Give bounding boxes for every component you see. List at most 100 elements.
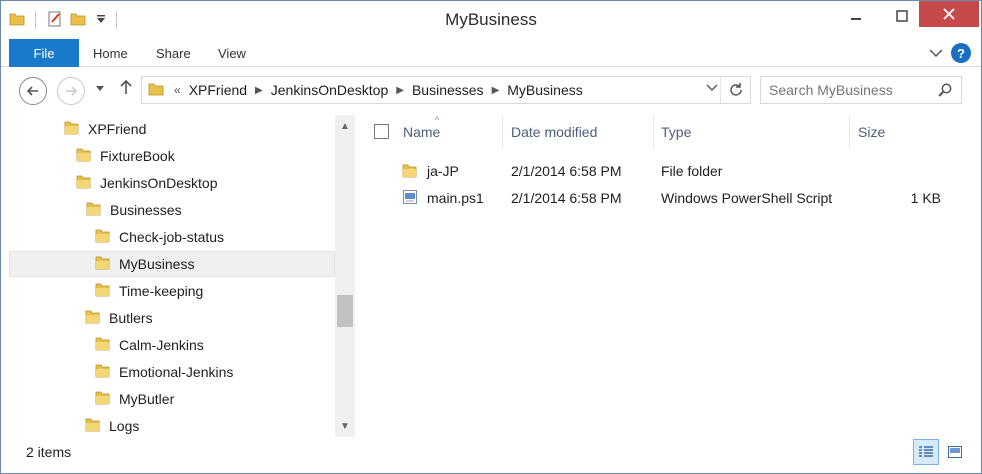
forward-arrow-icon <box>66 86 78 96</box>
tree-item-emotional-jenkins[interactable]: Emotional-Jenkins <box>95 359 233 385</box>
file-row[interactable]: ja-JP 2/1/2014 6:58 PM File folder <box>359 158 981 184</box>
status-bar: 2 items <box>1 437 981 473</box>
file-date: 2/1/2014 6:58 PM <box>511 190 622 206</box>
item-count: 2 items <box>26 444 72 460</box>
breadcrumb-xpfriend[interactable]: XPFriend <box>185 82 251 98</box>
folder-icon <box>402 163 418 182</box>
file-type: Windows PowerShell Script <box>661 190 833 206</box>
folder-icon <box>86 201 102 220</box>
breadcrumb-separator-icon[interactable]: ▶ <box>392 85 408 96</box>
ribbon-right-controls: ? <box>929 43 971 63</box>
refresh-icon <box>729 83 742 96</box>
details-view-button[interactable] <box>913 439 939 465</box>
tab-view[interactable]: View <box>218 39 246 67</box>
up-arrow-icon <box>120 79 132 94</box>
tree-item-label: FixtureBook <box>100 148 175 164</box>
tree-item-label: Logs <box>109 418 140 434</box>
file-name: main.ps1 <box>427 190 484 206</box>
maximize-button[interactable] <box>887 1 917 30</box>
tree-item-xpfriend[interactable]: XPFriend <box>64 116 146 142</box>
explorer-window: MyBusiness File Home Share View ? « XPFr… <box>0 0 982 474</box>
tree-item-label: MyBusiness <box>119 256 195 272</box>
forward-button[interactable] <box>57 77 85 105</box>
tab-share[interactable]: Share <box>156 39 191 67</box>
tree-item-jenkinsondesktop[interactable]: JenkinsOnDesktop <box>76 170 218 196</box>
folder-icon <box>85 309 101 328</box>
tab-file[interactable]: File <box>9 39 79 67</box>
minimize-button[interactable] <box>841 1 871 30</box>
close-icon <box>943 8 955 20</box>
tree-item-label: Emotional-Jenkins <box>119 364 234 380</box>
maximize-icon <box>896 9 908 22</box>
tree-item-calm-jenkins[interactable]: Calm-Jenkins <box>95 332 204 358</box>
folder-icon <box>64 120 80 139</box>
breadcrumb-overflow[interactable]: « <box>170 83 185 97</box>
navigation-pane: XPFriend FixtureBook JenkinsOnDesktop Bu… <box>9 115 357 437</box>
large-icons-view-button[interactable] <box>942 439 968 465</box>
large-icons-view-icon <box>948 446 962 458</box>
tree-item-logs[interactable]: Logs <box>85 413 139 437</box>
folder-icon <box>76 147 92 166</box>
file-row[interactable]: main.ps1 2/1/2014 6:58 PM Windows PowerS… <box>359 185 981 211</box>
address-dropdown-button[interactable] <box>706 83 718 96</box>
back-button[interactable] <box>19 77 47 105</box>
tree-item-label: Time-keeping <box>119 283 204 299</box>
tree-item-label: MyButler <box>119 391 175 407</box>
folder-icon <box>95 255 111 274</box>
scroll-up-button[interactable]: ▲ <box>335 117 355 135</box>
tree-item-butlers[interactable]: Butlers <box>85 305 153 331</box>
folder-icon <box>95 336 111 355</box>
nav-pane-scrollbar[interactable]: ▲ ▼ <box>335 115 355 437</box>
breadcrumb-separator-icon[interactable]: ▶ <box>251 85 267 96</box>
back-arrow-icon <box>26 86 38 96</box>
folder-icon <box>95 390 111 409</box>
select-all-checkbox[interactable] <box>374 124 389 139</box>
tree-item-check-job-status[interactable]: Check-job-status <box>95 224 224 250</box>
breadcrumb-jenkinsondesktop[interactable]: JenkinsOnDesktop <box>267 82 393 98</box>
address-bar[interactable]: « XPFriend ▶ JenkinsOnDesktop ▶ Business… <box>141 76 751 104</box>
column-header-type[interactable]: Type <box>661 115 841 149</box>
refresh-button[interactable] <box>720 77 750 103</box>
folder-icon <box>95 228 111 247</box>
breadcrumb-mybusiness[interactable]: MyBusiness <box>503 82 586 98</box>
window-title: MyBusiness <box>445 10 537 29</box>
tree-item-fixturebook[interactable]: FixtureBook <box>76 143 175 169</box>
column-divider[interactable] <box>502 115 503 149</box>
search-input[interactable] <box>761 77 931 103</box>
tree-item-label: Businesses <box>110 202 182 218</box>
column-divider[interactable] <box>653 115 654 149</box>
details-view-icon <box>919 446 933 457</box>
folder-icon <box>85 417 101 436</box>
column-divider[interactable] <box>849 115 850 149</box>
script-file-icon <box>402 189 418 208</box>
scrollbar-thumb[interactable] <box>337 295 353 327</box>
recent-locations-button[interactable] <box>96 81 104 95</box>
tree-item-mybusiness[interactable]: MyBusiness <box>9 251 335 277</box>
scroll-down-button[interactable]: ▼ <box>335 417 355 435</box>
tab-home[interactable]: Home <box>93 39 128 67</box>
column-header-name[interactable]: Name <box>403 115 503 149</box>
file-size: 1 KB <box>910 190 941 206</box>
tree-item-label: JenkinsOnDesktop <box>100 175 218 191</box>
tree-item-time-keeping[interactable]: Time-keeping <box>95 278 203 304</box>
tree-item-mybutler[interactable]: MyButler <box>95 386 174 412</box>
close-button[interactable] <box>919 1 979 27</box>
column-header-date-modified[interactable]: Date modified <box>511 115 651 149</box>
address-row: « XPFriend ▶ JenkinsOnDesktop ▶ Business… <box>1 67 981 113</box>
up-button[interactable] <box>119 79 133 98</box>
tree-item-label: Calm-Jenkins <box>119 337 204 353</box>
column-header-size[interactable]: Size <box>858 115 938 149</box>
tree-item-label: Butlers <box>109 310 153 326</box>
breadcrumb-businesses[interactable]: Businesses <box>408 82 488 98</box>
tree-item-label: XPFriend <box>88 121 147 137</box>
search-icon[interactable] <box>937 82 953 101</box>
folder-icon <box>95 363 111 382</box>
tree-item-businesses[interactable]: Businesses <box>86 197 182 223</box>
breadcrumb-separator-icon[interactable]: ▶ <box>488 85 504 96</box>
folder-icon <box>95 282 111 301</box>
chevron-down-icon <box>706 84 718 91</box>
expand-ribbon-icon[interactable] <box>929 45 943 61</box>
folder-icon <box>148 81 164 100</box>
help-icon[interactable]: ? <box>951 43 971 63</box>
minimize-icon <box>851 17 861 20</box>
